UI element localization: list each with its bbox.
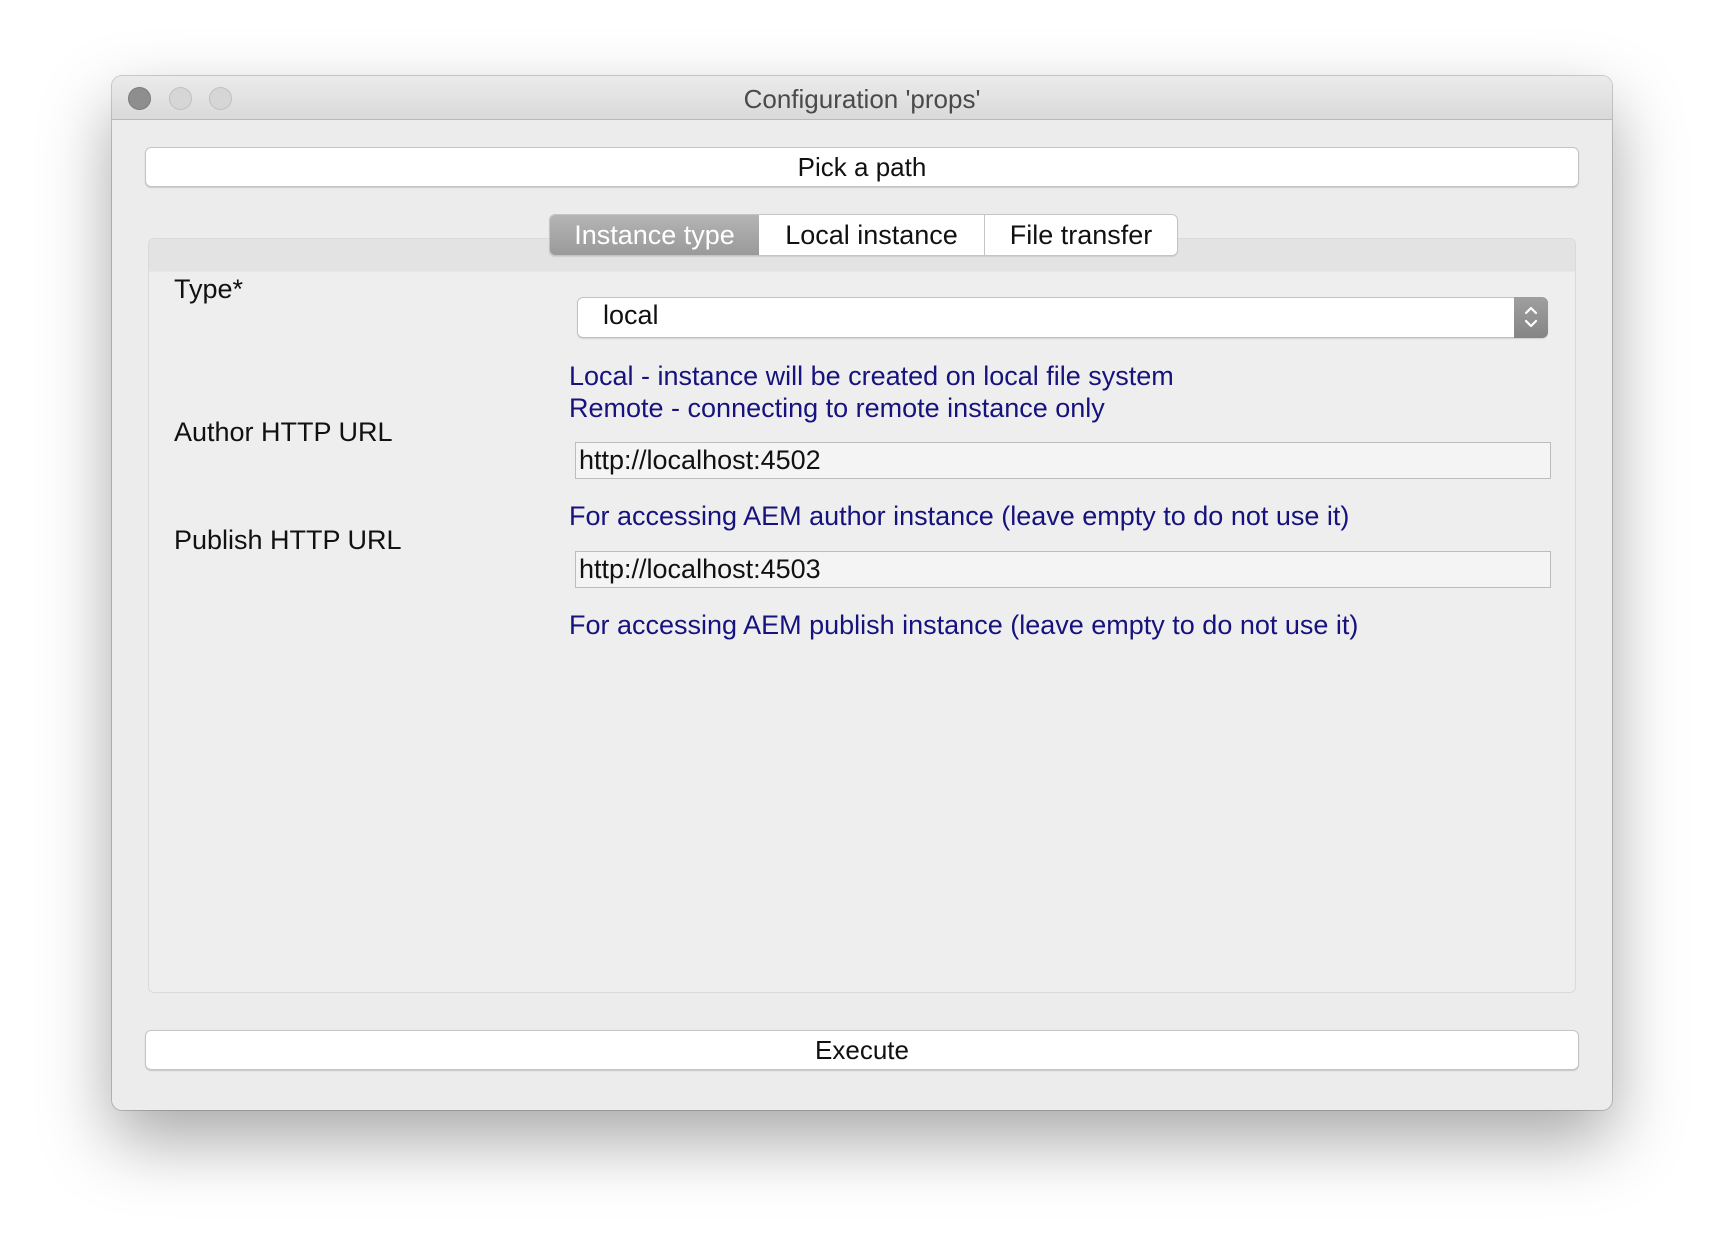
tab-file-transfer[interactable]: File transfer (985, 215, 1177, 255)
execute-button[interactable]: Execute (145, 1030, 1579, 1070)
tab-bar: Instance type Local instance File transf… (549, 214, 1178, 256)
publish-url-field[interactable]: http://localhost:4503 (575, 551, 1551, 588)
tab-local-instance[interactable]: Local instance (759, 215, 985, 255)
type-select-value: local (603, 300, 659, 330)
pick-path-button[interactable]: Pick a path (145, 147, 1579, 187)
type-hint-remote: Remote - connecting to remote instance o… (569, 393, 1105, 423)
window-title: Configuration 'props' (743, 84, 981, 114)
type-label: Type* (174, 274, 244, 304)
author-url-label: Author HTTP URL (174, 417, 393, 447)
title-bar[interactable]: Configuration 'props' (112, 76, 1612, 120)
type-hint-local: Local - instance will be created on loca… (569, 361, 1174, 391)
publish-url-hint: For accessing AEM publish instance (leav… (569, 610, 1359, 640)
tab-instance-type[interactable]: Instance type (550, 215, 759, 255)
publish-url-label: Publish HTTP URL (174, 525, 402, 555)
author-url-hint: For accessing AEM author instance (leave… (569, 501, 1350, 531)
select-arrows-icon[interactable] (1514, 297, 1548, 338)
author-url-field[interactable]: http://localhost:4502 (575, 442, 1551, 479)
type-select[interactable]: local (577, 297, 1548, 338)
config-window: Configuration 'props' Pick a path Instan… (112, 76, 1612, 1110)
